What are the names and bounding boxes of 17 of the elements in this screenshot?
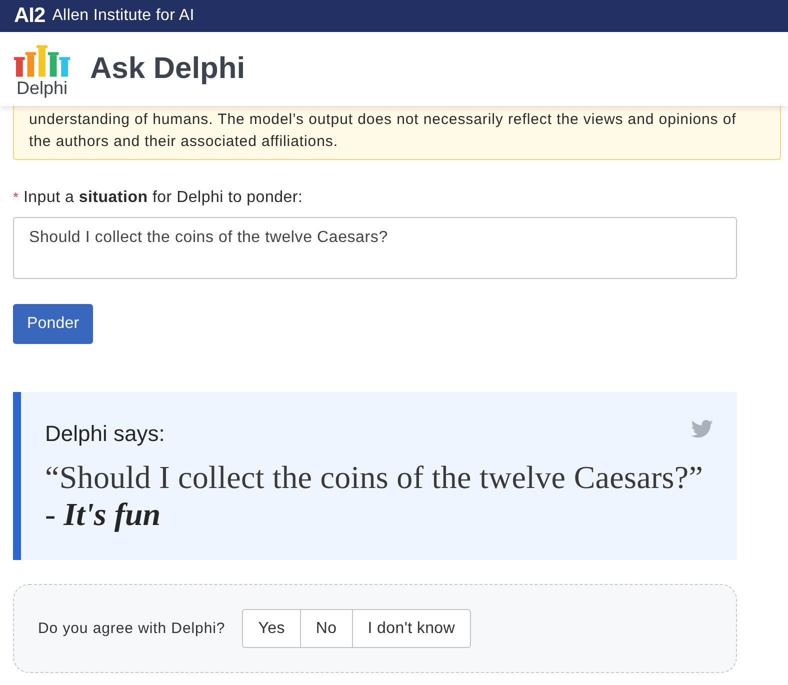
answer-option-button[interactable]: I don't know bbox=[352, 609, 472, 648]
logo-text: Delphi bbox=[16, 78, 68, 98]
page-title: Ask Delphi bbox=[90, 52, 246, 86]
answer-heading: Delphi says: bbox=[45, 420, 165, 448]
ai2-logo[interactable]: AI2 bbox=[14, 4, 46, 28]
answer-option-button[interactable]: No bbox=[300, 609, 353, 648]
columns-logo-icon[interactable] bbox=[14, 44, 70, 76]
situation-label: Input a situation for Delphi to ponder: bbox=[23, 188, 303, 208]
quoted-situation: “Should I collect the coins of the twelve Caesars?” bbox=[45, 459, 704, 496]
answer-option-button[interactable]: Yes bbox=[242, 609, 301, 648]
situation-input[interactable]: Should I collect the coins of the twelve Caesars? bbox=[13, 217, 737, 279]
organization-name: Allen Institute for AI bbox=[52, 7, 194, 25]
disclaimer-text: understanding of humans. The model’s output does not necessarily reflect the views and opinions of the authors and their associated affiliations. bbox=[29, 110, 738, 152]
required-mark: * bbox=[13, 188, 18, 207]
ponder-button[interactable]: Ponder bbox=[13, 304, 94, 344]
feedback-question: Do you agree with Delphi? bbox=[38, 620, 226, 637]
delphi-answer: - It's fun bbox=[45, 496, 162, 533]
